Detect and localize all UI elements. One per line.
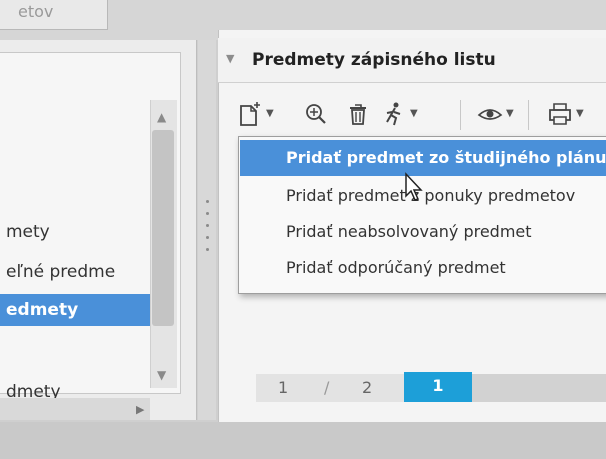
zoom-svg — [306, 104, 326, 124]
toolbar-separator — [528, 100, 529, 130]
print-svg — [549, 103, 571, 125]
eye-svg — [477, 109, 503, 120]
left-tab[interactable]: etov — [0, 0, 108, 30]
chevron-down-icon[interactable]: ▼ — [506, 108, 514, 119]
chevron-down-icon[interactable]: ▼ — [410, 108, 418, 119]
collapse-triangle-icon[interactable]: ▼ — [226, 52, 234, 65]
pager-separator: / — [324, 378, 330, 397]
left-horizontal-scrollbar[interactable] — [0, 398, 150, 420]
trash-svg — [350, 104, 366, 125]
panel-title: Predmety zápisného listu — [252, 50, 496, 70]
print-icon[interactable] — [546, 100, 574, 128]
cursor-svg — [405, 172, 423, 201]
pager-track — [472, 374, 606, 402]
menu-item-add-from-study-plan[interactable]: Pridať predmet zo študijného plánu — [240, 140, 606, 176]
left-list-item[interactable]: mety — [0, 216, 150, 248]
panel-splitter[interactable] — [198, 40, 216, 420]
bottom-strip — [0, 422, 606, 459]
trash-icon[interactable] — [344, 100, 372, 128]
scroll-down-icon[interactable]: ▼ — [157, 368, 166, 382]
splitter-grip-dot — [206, 224, 209, 227]
left-scrollbar-thumb[interactable] — [152, 130, 174, 326]
chevron-down-icon[interactable]: ▼ — [576, 108, 584, 119]
runner-icon[interactable] — [380, 100, 408, 128]
mouse-cursor-icon — [404, 172, 424, 202]
pager-current: 1 — [278, 378, 289, 397]
new-document-svg — [240, 102, 260, 126]
left-tab-label: etov — [18, 2, 54, 21]
pager-active-page[interactable]: 1 — [404, 372, 472, 402]
scroll-up-icon[interactable]: ▲ — [157, 110, 166, 124]
scroll-right-icon[interactable]: ▶ — [136, 403, 144, 416]
splitter-grip-dot — [206, 212, 209, 215]
splitter-grip-dot — [206, 200, 209, 203]
splitter-grip-dot — [206, 236, 209, 239]
pager-total: 2 — [362, 378, 373, 397]
left-list-item-selected[interactable]: edmety — [0, 294, 150, 326]
runner-svg — [386, 102, 401, 126]
eye-icon[interactable] — [476, 100, 504, 128]
toolbar-separator — [460, 100, 461, 130]
zoom-icon[interactable] — [302, 100, 330, 128]
menu-item-add-unfinished[interactable]: Pridať neabsolvovaný predmet — [240, 214, 606, 250]
chevron-down-icon[interactable]: ▼ — [266, 108, 274, 119]
left-list-item[interactable]: eľné predme — [0, 256, 150, 288]
menu-item-add-recommended[interactable]: Pridať odporúčaný predmet — [240, 250, 606, 286]
new-document-icon[interactable] — [236, 100, 264, 128]
splitter-grip-dot — [206, 248, 209, 251]
